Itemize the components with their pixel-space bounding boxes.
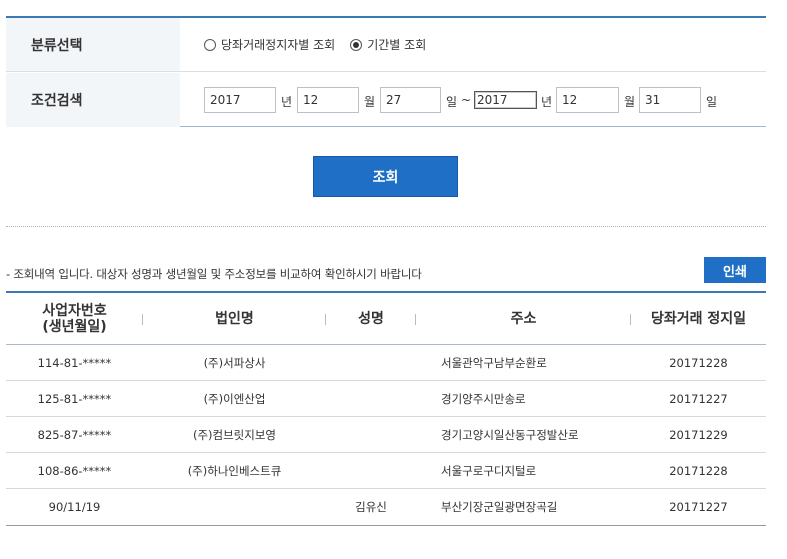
results-table: 사업자번호 (생년월일) 법인명 성명 주소 당좌거래 정지일 114-81-*… bbox=[6, 291, 766, 526]
radio-by-suspended-person[interactable]: 당좌거래정지자별 조회 bbox=[204, 36, 335, 53]
cell-business-number: 90/11/19 bbox=[48, 500, 101, 514]
unit-month: 월 bbox=[364, 95, 376, 109]
header-suspension-date: 당좌거래 정지일 bbox=[631, 293, 766, 344]
cell-address: 부산기장군일광면장곡길 bbox=[441, 500, 558, 514]
from-year-input[interactable]: 2017 bbox=[204, 87, 276, 113]
cell-business-number: 114-81-***** bbox=[37, 355, 112, 370]
unit-day: 일 bbox=[706, 95, 718, 109]
radio-checked-icon[interactable] bbox=[350, 38, 363, 51]
unit-month: 월 bbox=[624, 95, 636, 109]
search-type-radio-group: 당좌거래정지자별 조회 기간별 조회 bbox=[204, 36, 441, 53]
cell-person-name bbox=[326, 453, 416, 488]
cell-suspension-date: 20171229 bbox=[669, 427, 728, 442]
cell-business-number: 825-87-***** bbox=[37, 427, 112, 442]
to-year-input[interactable]: 2017 bbox=[474, 91, 537, 109]
radio-by-period[interactable]: 기간별 조회 bbox=[350, 36, 426, 53]
header-label: 성명 bbox=[358, 310, 384, 327]
header-label: 당좌거래 정지일 bbox=[650, 310, 747, 327]
cell-corporation-name: (주)하나인베스트큐 bbox=[187, 463, 282, 478]
search-panel: 분류선택 당좌거래정지자별 조회 기간별 조회 조건검색 2017 년 12 월… bbox=[6, 16, 766, 127]
to-day-input[interactable]: 31 bbox=[639, 87, 701, 113]
cell-corporation-name: (주)이엔산업 bbox=[203, 391, 266, 406]
cell-address: 경기고양시일산동구정발산로 bbox=[441, 427, 579, 442]
unit-year: 년 bbox=[541, 95, 553, 109]
radio-unchecked-icon[interactable] bbox=[204, 38, 216, 51]
header-label: 주소 bbox=[510, 310, 537, 327]
print-button[interactable]: 인쇄 bbox=[704, 257, 766, 283]
unit-day: 일 bbox=[446, 95, 458, 109]
cell-person-name bbox=[326, 381, 416, 416]
cell-person-name: 김유신 bbox=[355, 500, 387, 514]
header-business-number: 사업자번호 (생년월일) bbox=[6, 293, 143, 344]
condition-label: 조건검색 bbox=[6, 73, 180, 127]
cell-person-name bbox=[326, 417, 416, 452]
table-row: 108-86-***** (주)하나인베스트큐 서울구로구디지털로 201712… bbox=[6, 453, 766, 489]
radio-label: 당좌거래정지자별 조회 bbox=[221, 38, 336, 52]
cell-business-number: 108-86-***** bbox=[37, 463, 112, 478]
section-divider bbox=[6, 226, 766, 227]
table-row: 90/11/19 김유신 부산기장군일광면장곡길 20171227 bbox=[6, 489, 766, 525]
cell-suspension-date: 20171228 bbox=[669, 355, 728, 370]
cell-suspension-date: 20171228 bbox=[669, 463, 728, 478]
condition-row: 조건검색 2017 년 12 월 27 일 ~ 2017 년 12 월 31 일 bbox=[6, 73, 766, 127]
from-day-input[interactable]: 27 bbox=[380, 87, 441, 113]
table-row: 825-87-***** (주)컴브릿지보영 경기고양시일산동구정발산로 201… bbox=[6, 417, 766, 453]
cell-suspension-date: 20171227 bbox=[669, 391, 728, 406]
header-address: 주소 bbox=[416, 293, 631, 344]
cell-business-number: 125-81-***** bbox=[37, 391, 112, 406]
header-corporation-name: 법인명 bbox=[143, 293, 326, 344]
table-row: 114-81-***** (주)서파상사 서울관악구남부순환로 20171228 bbox=[6, 345, 766, 381]
cell-suspension-date: 20171227 bbox=[669, 500, 728, 514]
cell-address: 서울관악구남부순환로 bbox=[441, 355, 547, 370]
result-notice: - 조회내역 입니다. 대상자 성명과 생년월일 및 주소정보를 비교하여 확인… bbox=[6, 267, 422, 281]
table-row: 125-81-***** (주)이엔산업 경기양주시만송로 20171227 bbox=[6, 381, 766, 417]
unit-year: 년 bbox=[281, 95, 293, 109]
to-month-input[interactable]: 12 bbox=[556, 87, 619, 113]
search-button[interactable]: 조회 bbox=[313, 156, 458, 197]
from-month-input[interactable]: 12 bbox=[297, 87, 359, 113]
cell-address: 서울구로구디지털로 bbox=[441, 463, 537, 478]
category-label: 분류선택 bbox=[6, 18, 180, 71]
header-person-name: 성명 bbox=[326, 293, 416, 344]
range-tilde: ~ bbox=[461, 93, 472, 107]
cell-corporation-name bbox=[143, 489, 326, 525]
table-header: 사업자번호 (생년월일) 법인명 성명 주소 당좌거래 정지일 bbox=[6, 293, 766, 345]
cell-corporation-name: (주)서파상사 bbox=[203, 355, 266, 370]
cell-corporation-name: (주)컴브릿지보영 bbox=[192, 427, 277, 442]
radio-label: 기간별 조회 bbox=[367, 38, 427, 52]
cell-person-name bbox=[326, 345, 416, 380]
cell-address: 경기양주시만송로 bbox=[441, 391, 526, 406]
category-row: 분류선택 당좌거래정지자별 조회 기간별 조회 bbox=[6, 18, 766, 72]
header-label: 법인명 bbox=[215, 310, 254, 327]
date-range: 2017 년 12 월 27 일 ~ 2017 년 12 월 31 일 bbox=[204, 87, 764, 113]
header-label: 사업자번호 (생년월일) bbox=[42, 302, 107, 335]
